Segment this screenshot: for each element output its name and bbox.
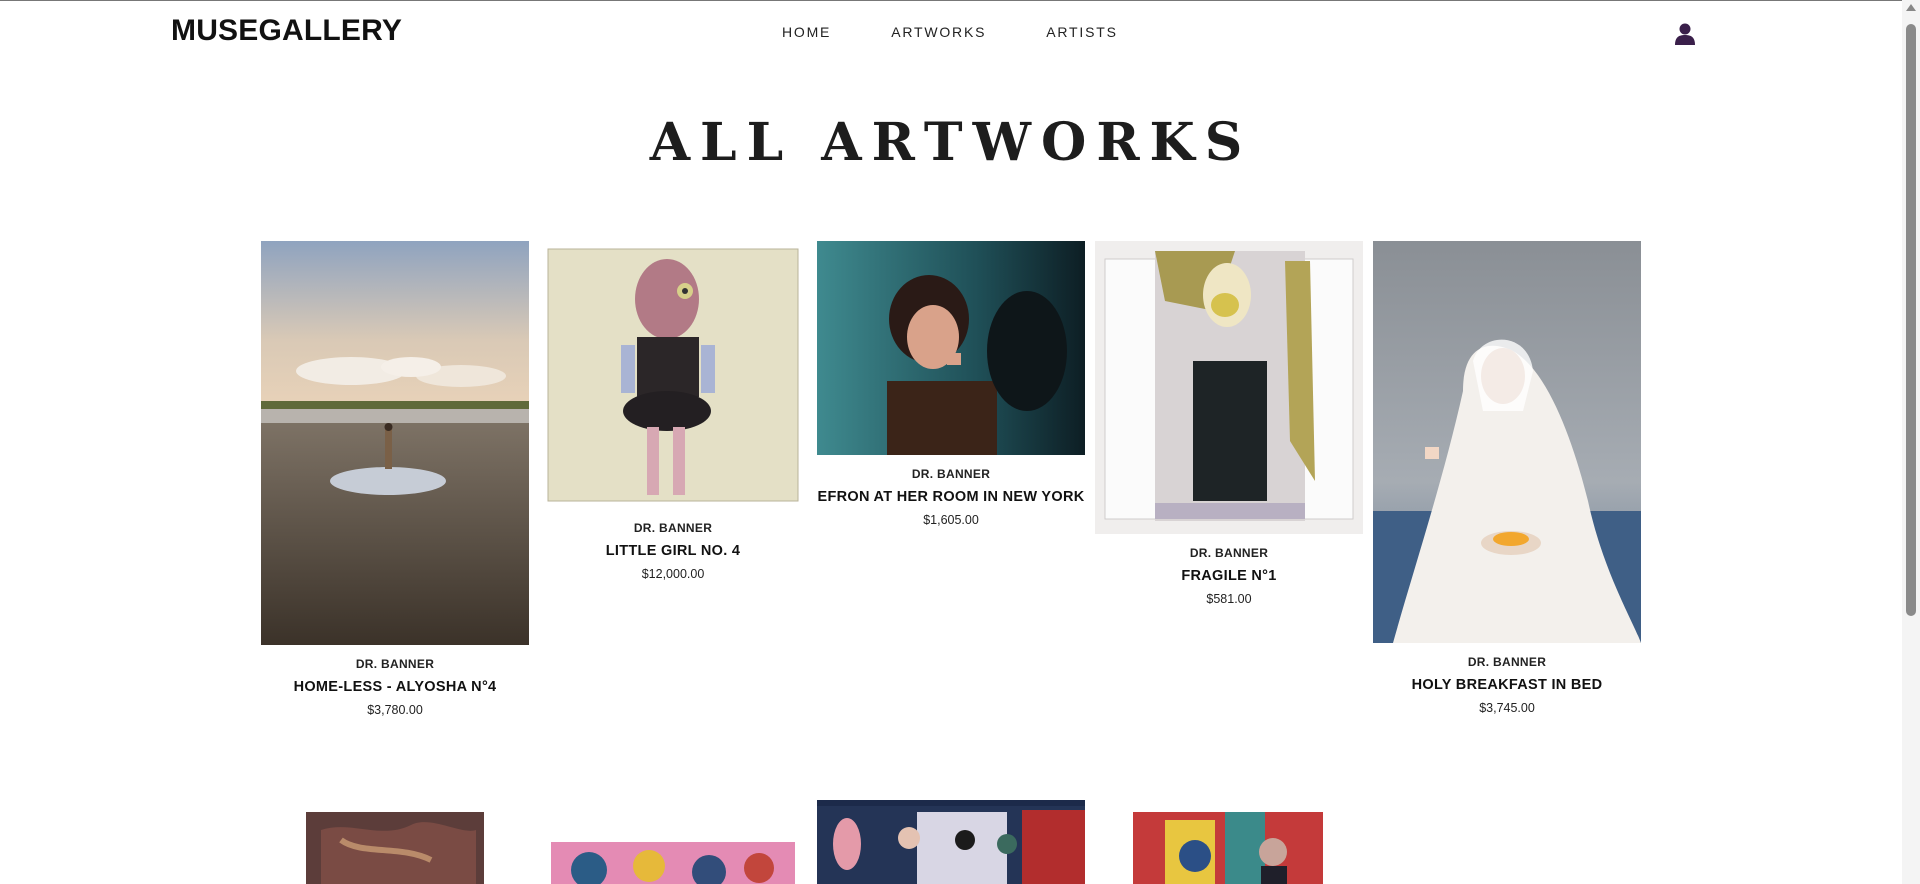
artwork-image[interactable] xyxy=(817,800,1085,884)
artwork-image[interactable] xyxy=(539,800,807,884)
artwork-artist[interactable]: DR. BANNER xyxy=(817,467,1085,481)
artwork-price: $12,000.00 xyxy=(641,567,705,581)
artwork-image[interactable] xyxy=(1373,241,1641,643)
window-top-border xyxy=(0,0,1902,1)
artwork-image[interactable] xyxy=(817,241,1085,455)
page-title: ALL ARTWORKS xyxy=(649,112,1253,173)
main-nav: HOME ARTWORKS ARTISTS xyxy=(782,24,1178,40)
artwork-artist[interactable]: DR. BANNER xyxy=(1095,546,1363,560)
artwork-image[interactable] xyxy=(261,800,529,884)
site-logo[interactable]: MUSEGALLERY xyxy=(171,14,402,48)
artwork-image[interactable] xyxy=(1095,800,1363,884)
artwork-title[interactable]: HOME-LESS - ALYOSHA N°4 xyxy=(261,679,529,695)
scrollbar-thumb[interactable] xyxy=(1906,24,1916,616)
artwork-artist[interactable]: DR. BANNER xyxy=(261,657,529,671)
user-icon[interactable] xyxy=(1674,22,1696,46)
artwork-card[interactable]: DR. BANNER HOLY BREAKFAST IN BED $3,745.… xyxy=(1373,241,1641,715)
artwork-image[interactable] xyxy=(539,241,807,509)
artwork-price: $3,745.00 xyxy=(1479,701,1535,715)
artwork-title[interactable]: LITTLE GIRL NO. 4 xyxy=(539,543,807,559)
artwork-price: $3,780.00 xyxy=(367,703,423,717)
artwork-artist[interactable]: DR. BANNER xyxy=(539,521,807,535)
artwork-title[interactable]: HOLY BREAKFAST IN BED xyxy=(1373,677,1641,693)
artwork-price: $1,605.00 xyxy=(923,513,979,527)
vertical-scrollbar[interactable] xyxy=(1902,0,1920,884)
nav-artists[interactable]: ARTISTS xyxy=(1046,24,1117,40)
artwork-artist[interactable]: DR. BANNER xyxy=(1373,655,1641,669)
nav-artworks[interactable]: ARTWORKS xyxy=(891,24,986,40)
artwork-card[interactable]: DR. BANNER EFRON AT HER ROOM IN NEW YORK… xyxy=(817,241,1085,527)
artwork-price: $581.00 xyxy=(1206,592,1252,606)
scroll-up-arrow-icon[interactable] xyxy=(1906,4,1916,11)
artwork-card[interactable]: DR. BANNER LITTLE GIRL NO. 4 $12,000.00 xyxy=(539,241,807,581)
artwork-card[interactable]: DR. BANNER HOME-LESS - ALYOSHA N°4 $3,78… xyxy=(261,241,529,717)
artwork-card[interactable]: DR. BANNER FRAGILE N°1 $581.00 xyxy=(1095,241,1363,606)
artwork-image[interactable] xyxy=(1095,241,1363,534)
artwork-image[interactable] xyxy=(261,241,529,645)
nav-home[interactable]: HOME xyxy=(782,24,831,40)
artwork-title[interactable]: FRAGILE N°1 xyxy=(1095,568,1363,584)
artwork-title[interactable]: EFRON AT HER ROOM IN NEW YORK xyxy=(817,489,1085,505)
